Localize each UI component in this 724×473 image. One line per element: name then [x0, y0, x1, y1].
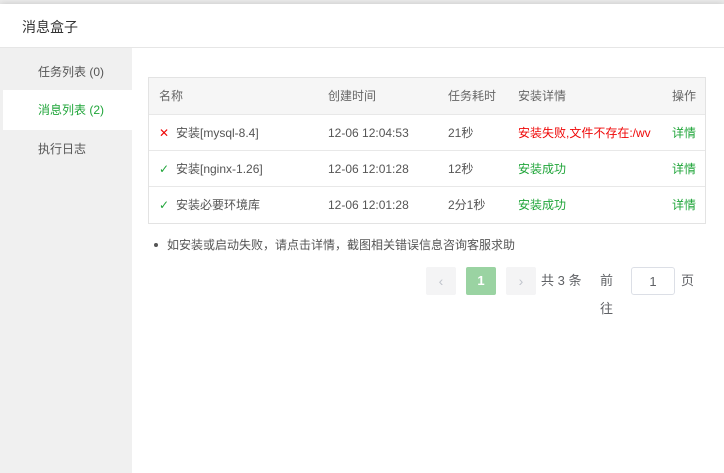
table-header-row: 名称 创建时间 任务耗时 安装详情 操作 [149, 78, 705, 115]
column-header-created: 创建时间 [328, 89, 377, 103]
sidebar: 任务列表 (0) 消息列表 (2) 执行日志 [0, 48, 132, 473]
pagination-total: 共 3 条 [541, 273, 582, 288]
chevron-left-icon: ‹ [438, 273, 444, 289]
detail-link[interactable]: 详情 [672, 115, 706, 151]
install-detail: 安装成功 [518, 162, 567, 176]
column-header-action: 操作 [672, 89, 697, 103]
task-created-time: 12-06 12:01:28 [328, 198, 409, 212]
goto-page-input[interactable] [631, 267, 675, 295]
detail-link[interactable]: 详情 [672, 151, 706, 187]
message-box-dialog: 消息盒子 任务列表 (0) 消息列表 (2) 执行日志 名称 创建时间 任务耗时… [0, 4, 724, 473]
task-duration: 2分1秒 [448, 198, 486, 212]
table-row: ✕ 安装[mysql-8.4] 12-06 12:04:53 21秒 安装失败,文… [149, 115, 705, 151]
prev-page-button[interactable]: ‹ [426, 267, 456, 295]
task-created-time: 12-06 12:04:53 [328, 126, 409, 140]
install-detail: 安装失败,文件不存在:/wv [518, 126, 651, 140]
sidebar-item-execution-log[interactable]: 执行日志 [3, 129, 132, 169]
task-duration: 12秒 [448, 162, 474, 176]
dialog-title: 消息盒子 [22, 19, 78, 35]
chevron-right-icon: › [518, 273, 524, 289]
column-header-detail: 安装详情 [518, 89, 567, 103]
column-header-name: 名称 [159, 89, 184, 103]
table-row: ✓ 安装[nginx-1.26] 12-06 12:01:28 12秒 安装成功 … [149, 151, 705, 187]
help-note-text: 如安装或启动失败，请点击详情，截图相关错误信息咨询客服求助 [167, 238, 516, 252]
goto-label: 前往 [600, 273, 614, 316]
task-name: 安装必要环境库 [176, 198, 261, 212]
task-created-time: 12-06 12:01:28 [328, 162, 409, 176]
table-row: ✓ 安装必要环境库 12-06 12:01:28 2分1秒 安装成功 详情 [149, 187, 705, 223]
detail-link[interactable]: 详情 [672, 187, 706, 223]
task-duration: 21秒 [448, 126, 474, 140]
task-name: 安装[mysql-8.4] [176, 126, 259, 140]
check-icon: ✓ [159, 198, 170, 212]
page-number-button[interactable]: 1 [466, 267, 496, 295]
install-detail: 安装成功 [518, 198, 567, 212]
page-unit-label: 页 [681, 273, 695, 288]
message-table: 名称 创建时间 任务耗时 安装详情 操作 ✕ 安装[mysql-8.4] 12-0… [148, 77, 706, 224]
close-icon: ✕ [159, 126, 170, 140]
next-page-button[interactable]: › [506, 267, 536, 295]
help-note: 如安装或启动失败，请点击详情，截图相关错误信息咨询客服求助 [154, 236, 515, 253]
column-header-duration: 任务耗时 [448, 89, 497, 103]
sidebar-item-message-list[interactable]: 消息列表 (2) [3, 90, 132, 130]
task-name: 安装[nginx-1.26] [176, 162, 263, 176]
bullet-icon [154, 242, 158, 247]
check-icon: ✓ [159, 162, 170, 176]
dialog-header: 消息盒子 [0, 4, 724, 48]
sidebar-item-task-list[interactable]: 任务列表 (0) [3, 52, 132, 92]
